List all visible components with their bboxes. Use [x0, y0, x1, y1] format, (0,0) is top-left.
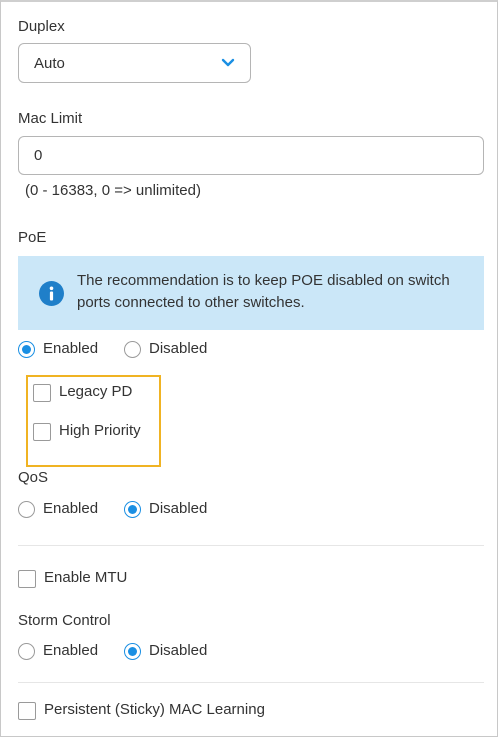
divider: [18, 682, 484, 683]
storm-control-enabled-label[interactable]: Enabled: [43, 642, 98, 659]
poe-info-text: The recommendation is to keep POE disabl…: [77, 272, 450, 311]
high-priority-label[interactable]: High Priority: [59, 422, 141, 439]
enable-mtu-checkbox[interactable]: [18, 570, 36, 588]
qos-disabled-radio[interactable]: [124, 501, 141, 518]
sticky-mac-checkbox[interactable]: [18, 702, 36, 720]
enable-mtu-label[interactable]: Enable MTU: [44, 569, 127, 586]
mac-limit-hint: (0 - 16383, 0 => unlimited): [25, 182, 201, 199]
poe-label: PoE: [18, 229, 47, 246]
poe-enabled-radio[interactable]: [18, 341, 35, 358]
duplex-selected-value: Auto: [34, 54, 65, 72]
poe-info-banner: The recommendation is to keep POE disabl…: [18, 256, 484, 330]
storm-control-disabled-radio[interactable]: [124, 643, 141, 660]
mac-limit-label: Mac Limit: [18, 110, 83, 127]
high-priority-checkbox[interactable]: [33, 423, 51, 441]
port-settings-panel: Duplex Auto Mac Limit (0 - 16383, 0 => u…: [0, 0, 498, 737]
duplex-select[interactable]: Auto: [18, 43, 251, 83]
legacy-pd-checkbox[interactable]: [33, 384, 51, 402]
qos-label: QoS: [18, 469, 49, 486]
storm-control-label: Storm Control: [18, 612, 111, 629]
duplex-label: Duplex: [18, 18, 65, 35]
poe-disabled-radio[interactable]: [124, 341, 141, 358]
sticky-mac-label[interactable]: Persistent (Sticky) MAC Learning: [44, 701, 265, 718]
legacy-pd-label[interactable]: Legacy PD: [59, 383, 132, 400]
qos-disabled-label[interactable]: Disabled: [149, 500, 207, 517]
poe-enabled-label[interactable]: Enabled: [43, 340, 98, 357]
storm-control-enabled-radio[interactable]: [18, 643, 35, 660]
mac-limit-input[interactable]: [18, 136, 484, 175]
divider: [18, 545, 484, 546]
poe-disabled-label[interactable]: Disabled: [149, 340, 207, 357]
qos-enabled-radio[interactable]: [18, 501, 35, 518]
qos-enabled-label[interactable]: Enabled: [43, 500, 98, 517]
chevron-down-icon: [221, 58, 235, 67]
info-icon: [39, 281, 64, 306]
storm-control-disabled-label[interactable]: Disabled: [149, 642, 207, 659]
